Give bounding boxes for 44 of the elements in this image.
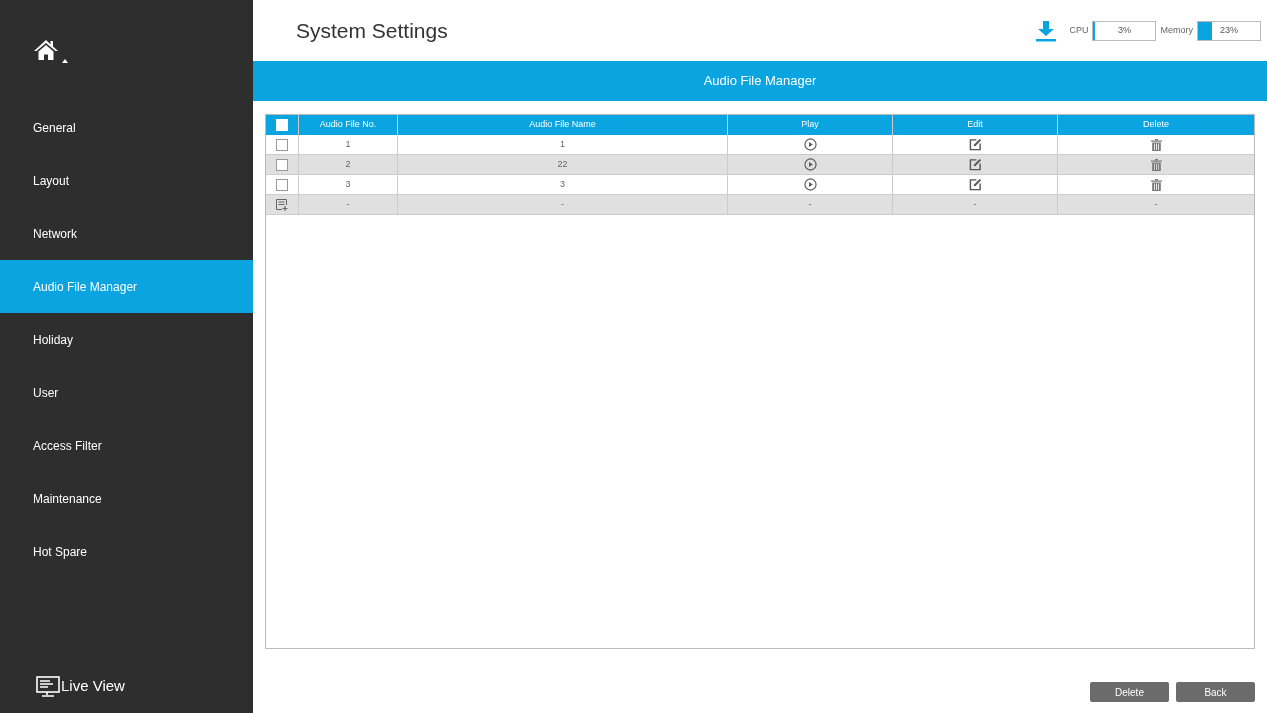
meter-label: CPU (1069, 23, 1089, 37)
trash-icon[interactable] (1150, 178, 1162, 191)
checkbox[interactable] (276, 178, 288, 191)
table-cell-text: 1 (345, 137, 351, 151)
add-row-icon[interactable] (276, 198, 288, 211)
sidebar-item[interactable]: User (0, 366, 253, 419)
table-cell-text: 1 (560, 137, 565, 151)
sidebar-item[interactable]: General (0, 101, 253, 154)
action-button[interactable]: Delete (1090, 682, 1169, 702)
monitor-icon (36, 675, 60, 698)
download-icon[interactable] (1035, 19, 1058, 42)
table-cell-text: 22 (557, 157, 568, 171)
play-icon[interactable] (803, 138, 817, 151)
sidebar-item[interactable]: Hot Spare (0, 525, 253, 578)
sidebar-item[interactable]: Holiday (0, 313, 253, 366)
table-cell-text: - (346, 197, 350, 211)
table-cell-text: - (808, 197, 812, 211)
edit-icon[interactable] (968, 178, 982, 191)
table-cell-text: 2 (345, 157, 351, 171)
table-cell-text: - (1154, 197, 1158, 211)
table-cell-text: - (561, 197, 564, 211)
sidebar-item[interactable]: Access Filter (0, 419, 253, 472)
trash-icon[interactable] (1150, 158, 1162, 171)
sidebar-item[interactable]: Maintenance (0, 472, 253, 525)
checkbox[interactable] (276, 158, 288, 171)
column-header: Delete (1142, 118, 1170, 132)
meter-label: Memory (1160, 23, 1193, 37)
table-cell-text: 3 (345, 177, 351, 191)
action-button[interactable]: Back (1176, 682, 1255, 702)
meter-reading: 3% (1117, 23, 1131, 37)
table-cell-text: 3 (560, 177, 565, 191)
edit-icon[interactable] (968, 138, 982, 151)
play-icon[interactable] (803, 158, 817, 171)
page-title: System Settings (296, 17, 448, 44)
table-cell-text: - (973, 197, 977, 211)
edit-icon[interactable] (968, 158, 982, 171)
meter-reading: 23% (1220, 23, 1238, 37)
sidebar-item[interactable]: Network (0, 207, 253, 260)
checkbox[interactable] (276, 138, 288, 151)
section-header: Audio File Manager (253, 61, 1267, 101)
live-view-link[interactable]: Live View (0, 660, 253, 713)
play-icon[interactable] (803, 178, 817, 191)
sidebar-item[interactable]: Layout (0, 154, 253, 207)
trash-icon[interactable] (1150, 138, 1162, 151)
